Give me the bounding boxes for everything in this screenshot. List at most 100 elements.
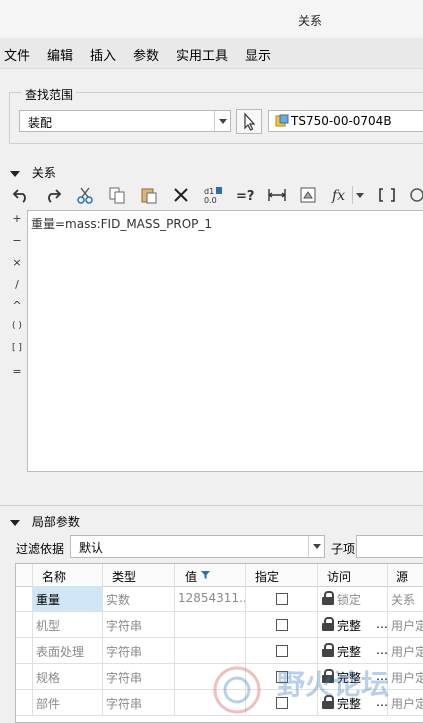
cell-type[interactable]: 字符串 [103,612,175,637]
menu-file[interactable]: 文件 [4,45,30,64]
verify-icon[interactable] [406,184,423,206]
row-header [16,664,33,689]
scope-select[interactable]: 装配 [19,110,231,132]
cell-access[interactable]: 完整… [318,612,388,637]
subitem-field[interactable] [356,535,423,558]
svg-text:0.0: 0.0 [204,196,217,205]
brackets-icon[interactable] [376,184,398,206]
operator-power[interactable]: ^ [10,299,24,312]
lock-icon [322,591,334,605]
properties-icon[interactable] [298,184,320,206]
table-row[interactable]: 规格字符串 完整…用户定 [16,664,423,690]
more-icon[interactable]: … [376,669,387,683]
column-access[interactable]: 访问 [318,564,388,586]
paste-icon[interactable] [138,184,160,206]
table-header: 名称 类型 值 指定 访问 源 [16,564,423,587]
cell-source[interactable]: 用户定 [388,690,423,715]
menu-insert[interactable]: 插入 [90,45,116,64]
undo-icon[interactable] [10,184,32,206]
switch-dims-icon[interactable]: d1 0.0 [202,184,224,206]
table-row[interactable]: 表面处理字符串 完整…用户定 [16,638,423,664]
cell-value[interactable] [175,612,246,637]
filter-icon[interactable] [201,571,210,579]
column-name[interactable]: 名称 [33,564,103,586]
measure-icon[interactable] [266,184,288,206]
table-row[interactable]: 部件字符串 完整…用户定 [16,690,423,716]
model-field[interactable]: TS750-00-0704B [268,110,423,132]
lock-icon [322,669,334,683]
menu-display[interactable]: 显示 [245,45,271,64]
cell-source[interactable]: 用户定 [388,664,423,689]
cell-type[interactable]: 字符串 [103,690,175,715]
parameters-table: 名称 类型 值 指定 访问 源 重量 实数 12854311... 锁定 关系 机型 字符串… [15,563,423,723]
cell-name[interactable]: 部件 [33,690,103,715]
cell-type[interactable]: 实数 [103,586,175,611]
table-row[interactable]: 机型字符串 完整…用户定 [16,612,423,638]
cell-access[interactable]: 完整… [318,664,388,689]
cell-designate[interactable] [246,638,318,663]
column-designate[interactable]: 指定 [246,564,318,586]
cell-value[interactable] [175,638,246,663]
menu-edit[interactable]: 编辑 [47,45,73,64]
cell-designate[interactable] [246,586,318,611]
designate-checkbox[interactable] [276,619,288,631]
designate-checkbox[interactable] [276,671,288,683]
redo-icon[interactable] [42,184,64,206]
local-params-header: 局部参数 [31,515,80,529]
more-icon[interactable]: … [376,695,387,709]
evaluate-icon[interactable]: =? [234,184,256,206]
cell-access[interactable]: 完整… [318,638,388,663]
cut-icon[interactable] [74,184,96,206]
operator-brackets[interactable]: [ ] [10,343,24,353]
menu-utilities[interactable]: 实用工具 [176,45,228,64]
operator-divide[interactable]: / [10,278,24,291]
svg-text:fx: fx [331,188,345,203]
operator-plus[interactable]: + [10,212,24,225]
designate-checkbox[interactable] [276,697,288,709]
cell-access[interactable]: 锁定 [318,586,388,611]
cell-designate[interactable] [246,664,318,689]
cell-name[interactable]: 规格 [33,664,103,689]
cell-name[interactable]: 机型 [33,612,103,637]
cell-source[interactable]: 用户定 [388,612,423,637]
cell-name[interactable]: 重量 [33,586,103,611]
svg-text:=?: =? [236,189,254,203]
column-value[interactable]: 值 [175,564,246,586]
cell-designate[interactable] [246,690,318,715]
copy-icon[interactable] [106,184,128,206]
column-type[interactable]: 类型 [103,564,175,586]
designate-checkbox[interactable] [276,593,288,605]
relations-editor[interactable]: 重量=mass:FID_MASS_PROP_1 [27,210,423,472]
cell-value[interactable] [175,690,246,715]
column-source[interactable]: 源 [388,564,423,586]
chevron-down-icon [308,536,324,557]
cell-source[interactable]: 关系 [388,586,423,611]
operator-equals[interactable]: = [10,365,24,378]
designate-checkbox[interactable] [276,645,288,657]
relations-header: 关系 [31,166,56,180]
select-model-button[interactable] [236,109,262,134]
cell-value[interactable]: 12854311... [175,586,246,611]
cell-type[interactable]: 字符串 [103,638,175,663]
operator-parentheses[interactable]: ( ) [10,321,24,331]
cell-designate[interactable] [246,612,318,637]
cell-access[interactable]: 完整… [318,690,388,715]
more-icon[interactable]: … [376,643,387,657]
filter-select[interactable]: 默认 [70,535,325,558]
cell-type[interactable]: 字符串 [103,664,175,689]
relations-section-toggle[interactable]: 关系 [10,164,56,181]
delete-icon[interactable] [170,184,192,206]
function-icon[interactable]: fx [330,184,352,206]
search-scope-legend: 查找范围 [22,86,77,103]
local-params-section-toggle[interactable]: 局部参数 [10,513,80,530]
table-row[interactable]: 重量 实数 12854311... 锁定 关系 [16,586,423,612]
filter-select-value: 默认 [79,541,104,555]
operator-minus[interactable]: − [10,234,24,247]
cell-name[interactable]: 表面处理 [33,638,103,663]
menu-parameters[interactable]: 参数 [133,45,159,64]
operator-multiply[interactable]: × [10,256,24,269]
dropdown-icon[interactable] [353,184,367,206]
cell-source[interactable]: 用户定 [388,638,423,663]
more-icon[interactable]: … [376,617,387,631]
cell-value[interactable] [175,664,246,689]
